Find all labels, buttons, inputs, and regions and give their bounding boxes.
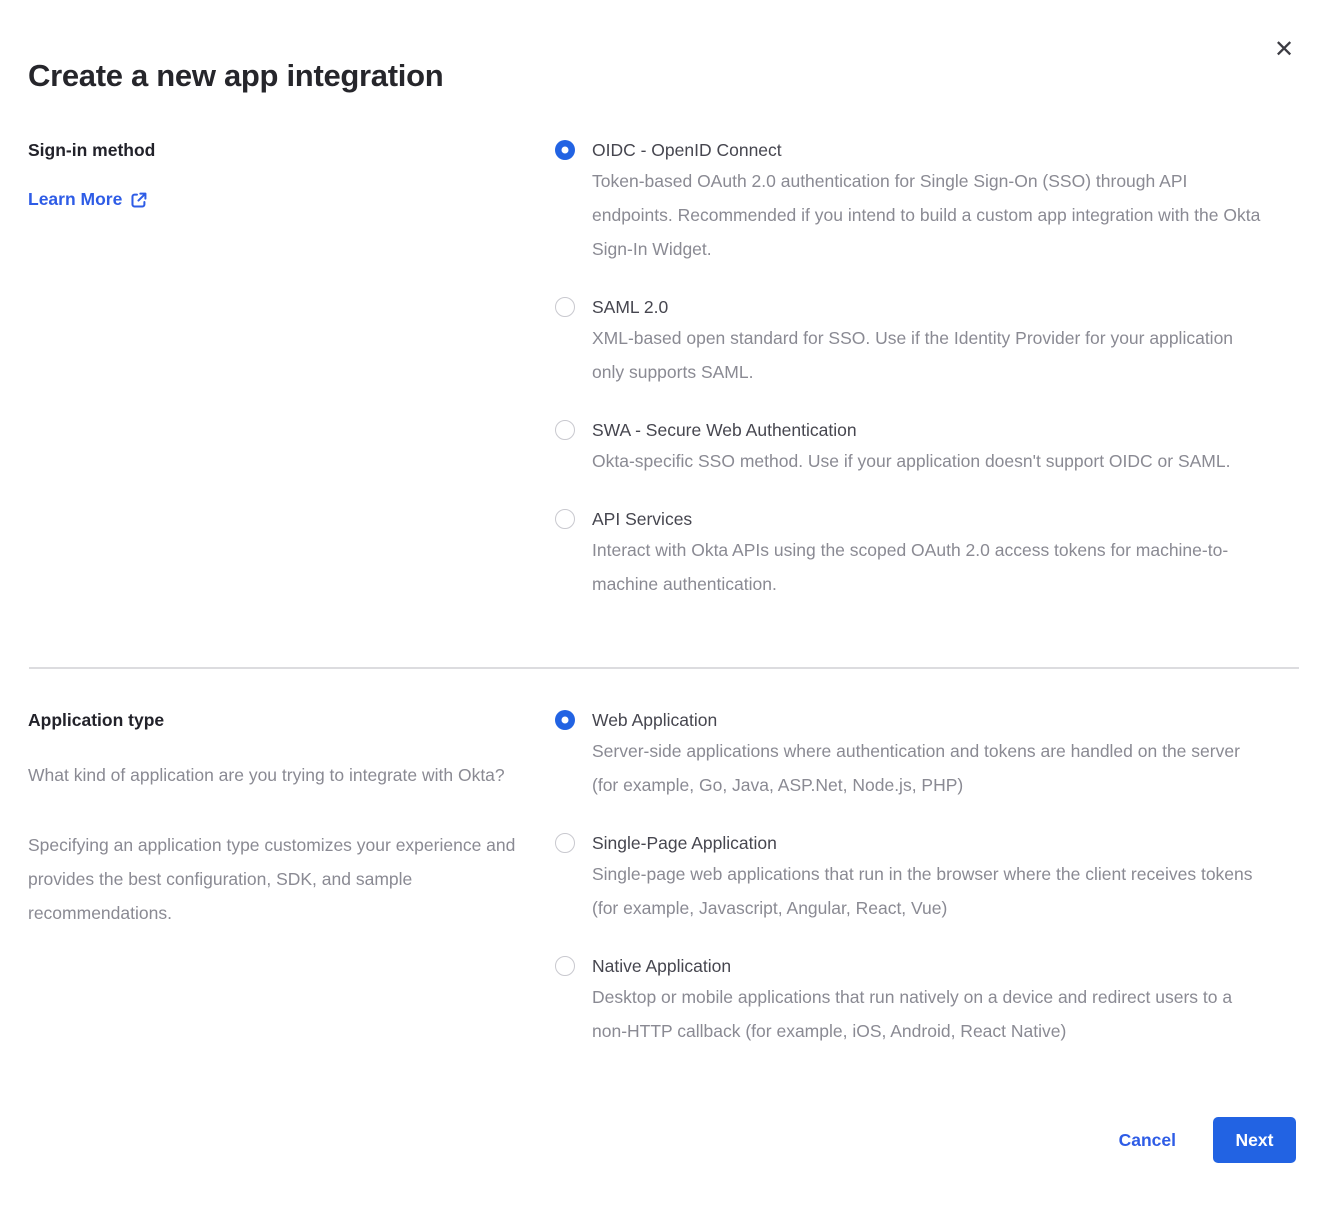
application-type-explanation: Specifying an application type customize…	[28, 828, 525, 930]
radio-option[interactable]: Web Application Server-side applications…	[555, 709, 1267, 802]
create-app-integration-dialog: ✕ Create a new app integration Sign-in m…	[0, 0, 1332, 1048]
external-link-icon	[130, 191, 148, 209]
application-type-section: Application type What kind of applicatio…	[28, 709, 1296, 1048]
radio-option[interactable]: API Services Interact with Okta APIs usi…	[555, 508, 1267, 601]
signin-method-left-column: Sign-in method Learn More	[28, 139, 555, 210]
radio-button[interactable]	[555, 420, 575, 440]
application-type-left-column: Application type What kind of applicatio…	[28, 709, 555, 930]
radio-option-text: Web Application Server-side applications…	[592, 709, 1267, 802]
radio-option[interactable]: OIDC - OpenID Connect Token-based OAuth …	[555, 139, 1267, 266]
radio-option-text: API Services Interact with Okta APIs usi…	[592, 508, 1267, 601]
radio-option[interactable]: SAML 2.0 XML-based open standard for SSO…	[555, 296, 1267, 389]
signin-method-options: OIDC - OpenID Connect Token-based OAuth …	[555, 139, 1267, 601]
radio-button[interactable]	[555, 956, 575, 976]
radio-option-description: XML-based open standard for SSO. Use if …	[592, 321, 1267, 389]
radio-option-label[interactable]: OIDC - OpenID Connect	[592, 139, 1267, 161]
radio-option-description: Desktop or mobile applications that run …	[592, 980, 1267, 1048]
signin-method-label: Sign-in method	[28, 139, 525, 161]
radio-option-label[interactable]: Native Application	[592, 955, 1267, 977]
radio-button[interactable]	[555, 710, 575, 730]
radio-option-description: Single-page web applications that run in…	[592, 857, 1267, 925]
radio-option-text: Single-Page Application Single-page web …	[592, 832, 1267, 925]
application-type-label: Application type	[28, 709, 525, 731]
radio-option-label[interactable]: SAML 2.0	[592, 296, 1267, 318]
signin-method-section: Sign-in method Learn More OIDC - OpenID …	[28, 139, 1296, 601]
radio-option[interactable]: SWA - Secure Web Authentication Okta-spe…	[555, 419, 1267, 478]
radio-button[interactable]	[555, 140, 575, 160]
radio-option-text: SWA - Secure Web Authentication Okta-spe…	[592, 419, 1230, 478]
application-type-options: Web Application Server-side applications…	[555, 709, 1267, 1048]
dialog-footer: Cancel Next	[1119, 1117, 1296, 1163]
radio-option[interactable]: Single-Page Application Single-page web …	[555, 832, 1267, 925]
radio-button[interactable]	[555, 297, 575, 317]
radio-option-description: Okta-specific SSO method. Use if your ap…	[592, 444, 1230, 478]
radio-button[interactable]	[555, 509, 575, 529]
learn-more-link[interactable]: Learn More	[28, 189, 148, 210]
radio-option-description: Token-based OAuth 2.0 authentication for…	[592, 164, 1267, 266]
radio-option-label[interactable]: Single-Page Application	[592, 832, 1267, 854]
page-title: Create a new app integration	[28, 58, 1296, 94]
cancel-button[interactable]: Cancel	[1119, 1130, 1176, 1151]
radio-option[interactable]: Native Application Desktop or mobile app…	[555, 955, 1267, 1048]
radio-option-label[interactable]: SWA - Secure Web Authentication	[592, 419, 1230, 441]
next-button[interactable]: Next	[1213, 1117, 1296, 1163]
radio-option-label[interactable]: Web Application	[592, 709, 1267, 731]
section-divider	[29, 667, 1299, 669]
radio-button[interactable]	[555, 833, 575, 853]
radio-option-text: OIDC - OpenID Connect Token-based OAuth …	[592, 139, 1267, 266]
radio-option-text: Native Application Desktop or mobile app…	[592, 955, 1267, 1048]
radio-option-label[interactable]: API Services	[592, 508, 1267, 530]
learn-more-label: Learn More	[28, 189, 122, 210]
radio-option-text: SAML 2.0 XML-based open standard for SSO…	[592, 296, 1267, 389]
radio-option-description: Server-side applications where authentic…	[592, 734, 1267, 802]
application-type-question: What kind of application are you trying …	[28, 758, 525, 792]
close-icon[interactable]: ✕	[1270, 36, 1298, 64]
radio-option-description: Interact with Okta APIs using the scoped…	[592, 533, 1267, 601]
